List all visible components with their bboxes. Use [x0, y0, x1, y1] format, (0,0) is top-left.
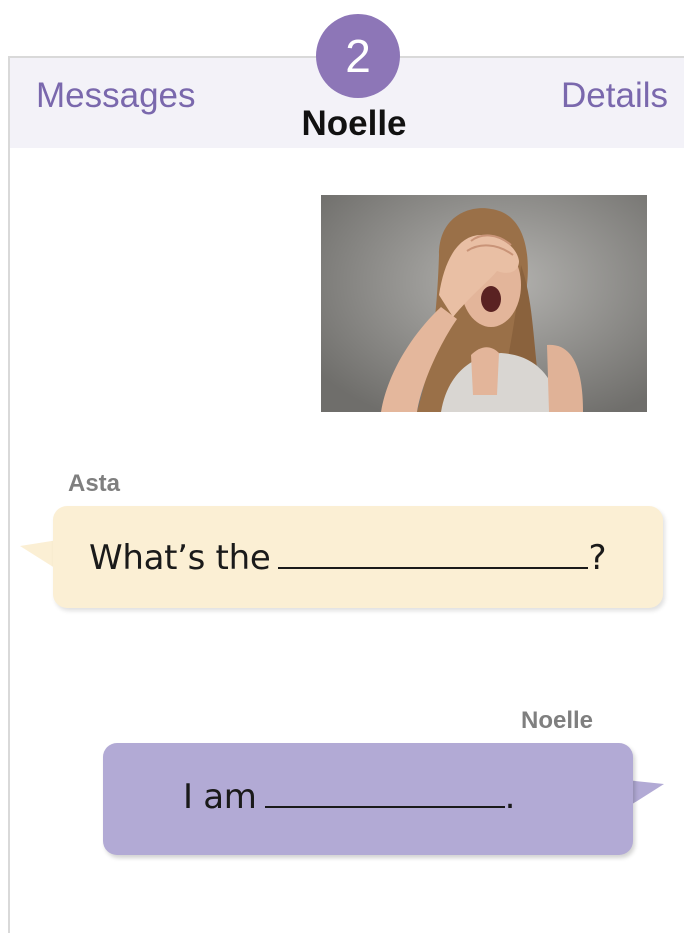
- outgoing-message-bubble: I am.: [103, 743, 633, 855]
- sender-name-noelle: Noelle: [521, 707, 594, 734]
- woman-covering-eyes-image: [321, 195, 647, 412]
- message-text-before: I am: [183, 777, 257, 817]
- shared-photo[interactable]: [321, 195, 647, 412]
- outgoing-message-text: I am.: [183, 777, 515, 817]
- contact-name: Noelle: [301, 104, 407, 143]
- answer-blank[interactable]: [278, 539, 589, 569]
- message-text-before: What’s the: [89, 538, 271, 578]
- unread-count-badge: 2: [316, 14, 400, 98]
- incoming-message-bubble: What’s the?: [53, 506, 663, 608]
- answer-blank[interactable]: [264, 778, 505, 808]
- incoming-message-text: What’s the?: [89, 538, 607, 578]
- message-text-after: ?: [588, 538, 607, 578]
- message-text-after: .: [504, 777, 516, 817]
- sender-name-asta: Asta: [68, 470, 121, 497]
